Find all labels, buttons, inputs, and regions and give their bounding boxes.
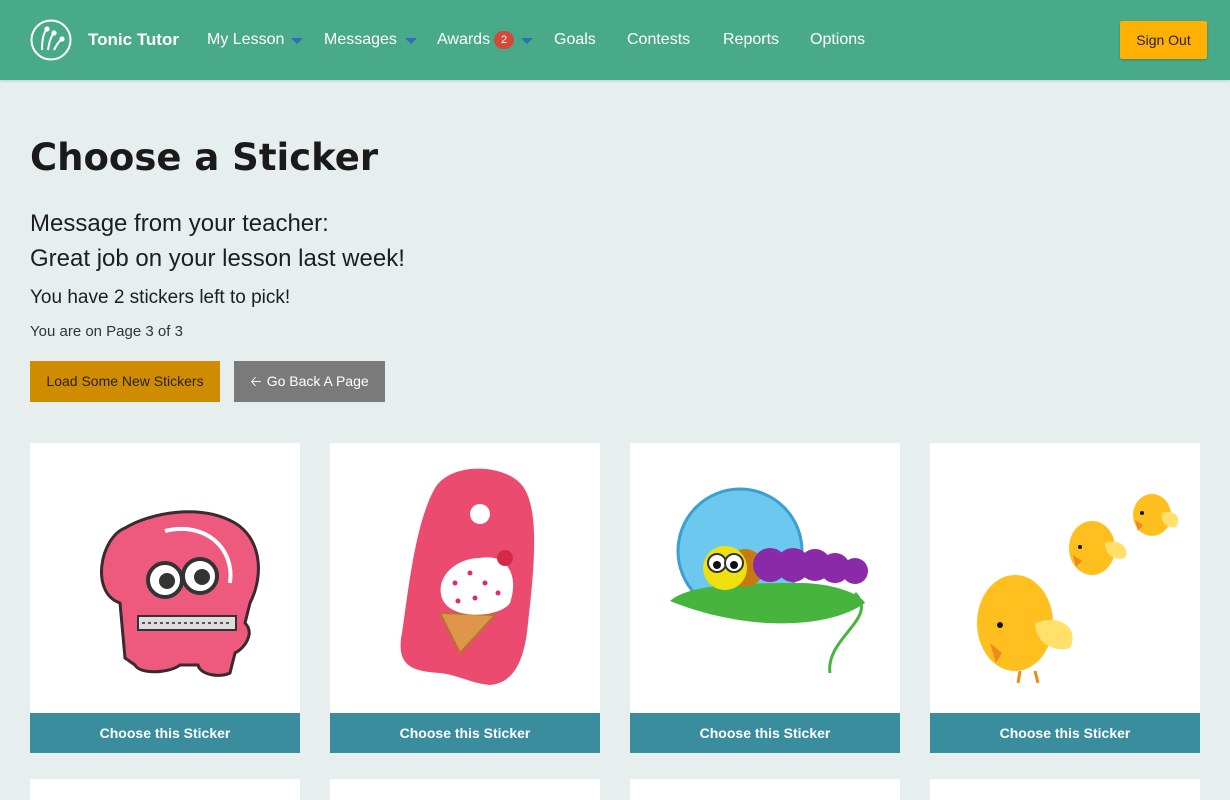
go-back-label: Go Back A Page <box>266 373 369 389</box>
choose-sticker-button[interactable]: Choose this Sticker <box>30 713 300 753</box>
nav-messages[interactable]: Messages <box>324 31 397 49</box>
sticker-card: Choose this Sticker <box>330 443 600 753</box>
sticker-card: Choose this Sticker <box>30 443 300 753</box>
nav-options[interactable]: Options <box>810 31 865 49</box>
choose-sticker-button[interactable]: Choose this Sticker <box>330 713 600 753</box>
stickers-left-text: You have 2 stickers left to pick! <box>30 287 291 308</box>
nav-reports[interactable]: Reports <box>723 31 779 49</box>
nav-my-lesson[interactable]: My Lesson <box>207 31 284 49</box>
arrow-left-icon: 🡠 <box>250 373 262 389</box>
page-indicator: You are on Page 3 of 3 <box>30 323 183 340</box>
top-navbar: Tonic Tutor My Lesson Messages Awards 2 … <box>0 0 1230 80</box>
nav-goals[interactable]: Goals <box>554 31 596 49</box>
teacher-message-text: Great job on your lesson last week! <box>30 245 405 272</box>
brand-name[interactable]: Tonic Tutor <box>88 30 179 50</box>
sticker-card <box>330 779 600 800</box>
sign-out-button[interactable]: Sign Out <box>1120 21 1207 59</box>
page-title: Choose a Sticker <box>30 136 379 179</box>
chevron-down-icon[interactable] <box>405 38 417 44</box>
ice-cream-tag-sticker-icon[interactable] <box>330 443 600 713</box>
go-back-page-button[interactable]: 🡠 Go Back A Page <box>234 361 385 402</box>
chicks-sticker-icon[interactable] <box>930 443 1200 713</box>
awards-count-badge: 2 <box>494 31 514 49</box>
chevron-down-icon[interactable] <box>291 38 303 44</box>
pink-monster-sticker-icon[interactable] <box>30 443 300 713</box>
sticker-card: Choose this Sticker <box>630 443 900 753</box>
sticker-card: Choose this Sticker <box>930 443 1200 753</box>
teacher-message-heading: Message from your teacher: <box>30 210 329 237</box>
caterpillar-sticker-icon[interactable] <box>630 443 900 713</box>
sticker-card <box>930 779 1200 800</box>
sticker-card <box>30 779 300 800</box>
nav-awards[interactable]: Awards <box>437 31 490 49</box>
choose-sticker-button[interactable]: Choose this Sticker <box>930 713 1200 753</box>
nav-contests[interactable]: Contests <box>627 31 690 49</box>
tonic-tutor-logo-icon[interactable] <box>30 19 72 61</box>
choose-sticker-button[interactable]: Choose this Sticker <box>630 713 900 753</box>
load-new-stickers-button[interactable]: Load Some New Stickers <box>30 361 220 402</box>
sticker-card <box>630 779 900 800</box>
chevron-down-icon[interactable] <box>521 38 533 44</box>
